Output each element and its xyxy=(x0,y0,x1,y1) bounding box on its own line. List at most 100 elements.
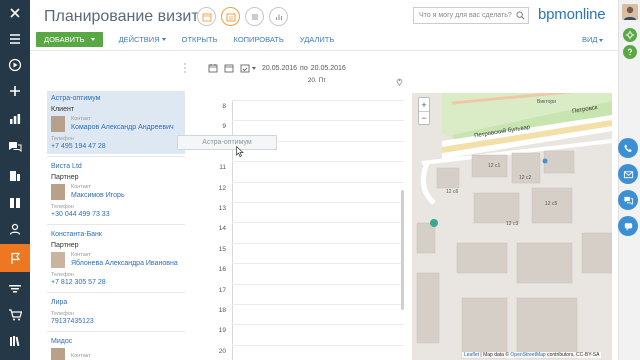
command-search-input[interactable]: Что я могу для вас сделать? xyxy=(413,7,529,24)
search-icon[interactable] xyxy=(516,11,525,20)
account-type: Партнер xyxy=(51,174,79,181)
divider xyxy=(47,292,185,293)
list-item[interactable]: Мидос Контакт xyxy=(47,334,185,360)
feed-icon[interactable] xyxy=(0,134,30,160)
osm-link[interactable]: OpenStreetMap xyxy=(510,352,545,358)
calendar-day-icon[interactable] xyxy=(208,63,218,73)
list-item[interactable]: Астра-оптимум Клиент Контакт Комаров Але… xyxy=(47,91,185,154)
account-type: Партнер xyxy=(51,242,79,249)
day-header: 20. Пт xyxy=(307,77,327,84)
chevron-down-icon xyxy=(161,38,166,42)
plus-icon[interactable] xyxy=(0,78,30,104)
divider xyxy=(47,331,185,332)
zoom-in-button[interactable]: + xyxy=(419,98,429,111)
books-icon[interactable] xyxy=(0,328,30,354)
date-to[interactable]: 20.05.2016 xyxy=(311,65,346,72)
hour-line xyxy=(232,304,404,305)
toolbar: ДОБАВИТЬ ДЕЙСТВИЯ ОТКРЫТЬ КОПИРОВАТЬ УДА… xyxy=(36,31,334,47)
cart-icon[interactable] xyxy=(0,302,30,328)
account-name[interactable]: Константа-Банк xyxy=(47,227,185,240)
chevron-down-icon[interactable] xyxy=(252,66,256,70)
phone-label: Телефон xyxy=(51,136,74,142)
phone-label: Телефон xyxy=(51,204,74,210)
hour-line xyxy=(232,242,404,244)
accounts-icon[interactable] xyxy=(0,162,30,188)
account-name[interactable]: Мидос xyxy=(47,334,185,347)
contact-row: Контакт xyxy=(47,347,185,360)
copy-button[interactable]: КОПИРОВАТЬ xyxy=(234,35,284,44)
scrollbar[interactable] xyxy=(401,190,404,310)
play-icon[interactable] xyxy=(0,52,30,78)
contact-photo xyxy=(51,252,65,268)
schedule-view-icon[interactable] xyxy=(221,7,240,26)
hour-label: 14 xyxy=(218,225,226,233)
view-button[interactable]: ВИД xyxy=(582,35,604,44)
phone-value[interactable]: 79137435123 xyxy=(47,317,185,329)
attrib-tail: contributors, CC-BY-SA xyxy=(545,352,600,358)
contact-name[interactable]: Максимов Игорь xyxy=(71,191,125,200)
hour-label: 8 xyxy=(222,103,226,110)
logo-icon[interactable] xyxy=(0,0,30,26)
phone-value[interactable]: +30 044 499 73 33 xyxy=(47,210,185,222)
list-item[interactable]: Виста Ltd Партнер Контакт Максимов Игорь… xyxy=(47,159,185,222)
funnel-icon[interactable] xyxy=(0,276,30,302)
hour-line xyxy=(232,263,404,265)
hour-label: 16 xyxy=(218,266,226,274)
account-name[interactable]: Лира xyxy=(47,295,185,308)
calendar-view-icon[interactable] xyxy=(197,7,216,26)
settings-gear-icon[interactable] xyxy=(623,28,637,42)
actions-button[interactable]: ДЕЙСТВИЯ xyxy=(119,35,166,44)
phone-value[interactable]: +7 495 194 47 28 xyxy=(47,142,185,154)
date-filter: 20.05.2016 по 20.05.2016 xyxy=(208,62,346,74)
phone-icon[interactable] xyxy=(618,138,638,158)
hour-line xyxy=(232,161,404,163)
calendar-period-icon[interactable] xyxy=(240,63,250,73)
phone-value[interactable]: +7 812 305 57 28 xyxy=(47,278,185,290)
delete-button[interactable]: УДАЛИТЬ xyxy=(300,35,335,44)
hour-line xyxy=(232,324,404,326)
list-item[interactable]: Лира Телефон 79137435123 xyxy=(47,295,185,329)
documents-icon[interactable] xyxy=(0,190,30,216)
divider xyxy=(47,224,185,225)
list-view-icon[interactable] xyxy=(245,7,264,26)
hour-label: 20 xyxy=(218,347,226,355)
building-label: 12 с2 xyxy=(519,175,532,181)
phone-label: Телефон xyxy=(51,272,74,278)
splitter-handle-icon[interactable] xyxy=(184,63,186,73)
dashboard-icon[interactable] xyxy=(0,106,30,132)
email-icon[interactable] xyxy=(618,164,638,184)
contacts-icon[interactable] xyxy=(0,216,30,242)
phone-label: Телефон xyxy=(51,311,74,317)
leaflet-link[interactable]: Leaflet xyxy=(464,352,479,358)
building-label: 12 с6 xyxy=(446,189,459,195)
chat-bubble-icon[interactable] xyxy=(618,216,638,236)
visits-flag-icon[interactable] xyxy=(0,244,30,272)
map-pin-icon[interactable] xyxy=(396,77,403,86)
contact-name[interactable]: Комаров Александр Андреевич xyxy=(71,123,174,132)
open-button[interactable]: ОТКРЫТЬ xyxy=(182,35,218,44)
hour-line xyxy=(232,120,404,122)
zoom-out-button[interactable]: − xyxy=(419,111,429,124)
chat-icon[interactable] xyxy=(618,190,638,210)
search-placeholder: Что я могу для вас сделать? xyxy=(419,12,512,19)
hour-line xyxy=(232,181,404,183)
hour-label: 15 xyxy=(218,245,226,253)
chevron-down-icon xyxy=(599,38,604,42)
contact-label: Контакт xyxy=(71,352,91,359)
hour-label: 12 xyxy=(218,184,226,192)
calendar-week-icon[interactable] xyxy=(224,63,234,73)
drag-preview: Астра-оптимум xyxy=(177,135,277,150)
account-name[interactable]: Виста Ltd xyxy=(47,159,185,172)
list-item[interactable]: Константа-Банк Партнер Контакт Яблонева … xyxy=(47,227,185,290)
account-name[interactable]: Астра-оптимум xyxy=(47,91,185,104)
help-icon[interactable] xyxy=(623,45,637,59)
analytics-view-icon[interactable] xyxy=(269,7,288,26)
contact-name[interactable]: Яблонева Александра Ивановна xyxy=(71,259,178,268)
actions-label: ДЕЙСТВИЯ xyxy=(118,34,160,44)
hour-label: 19 xyxy=(218,327,226,335)
user-avatar[interactable] xyxy=(622,4,638,20)
menu-icon[interactable] xyxy=(0,26,30,52)
add-button[interactable]: ДОБАВИТЬ xyxy=(36,31,103,47)
map[interactable]: Петровский бульвар Петровск Виктори 12 с… xyxy=(412,93,612,360)
date-from[interactable]: 20.05.2016 xyxy=(262,65,297,72)
